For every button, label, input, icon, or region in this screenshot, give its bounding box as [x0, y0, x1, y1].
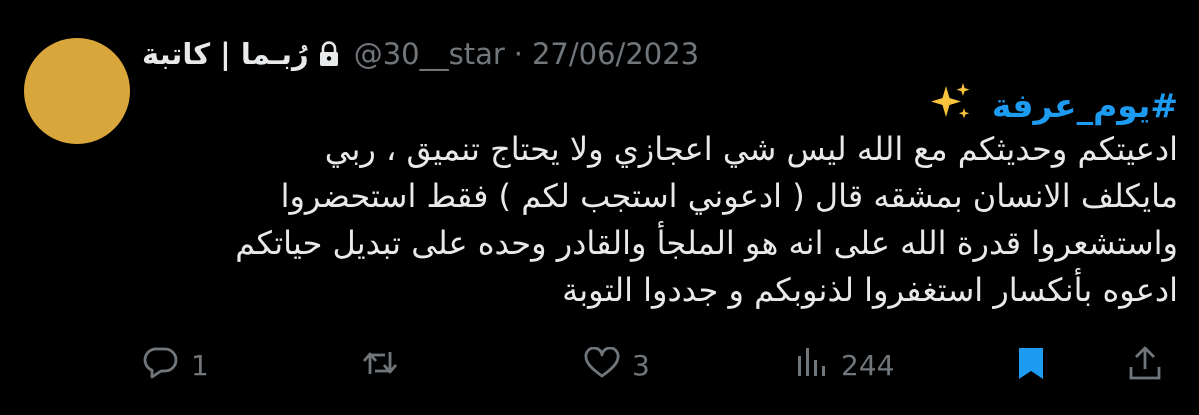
reply-count: 1 — [191, 348, 209, 382]
separator-dot: · — [513, 37, 523, 71]
retweet-button[interactable] — [361, 340, 399, 390]
avatar[interactable] — [24, 38, 130, 144]
share-icon — [1128, 345, 1162, 385]
retweet-icon — [361, 346, 399, 384]
tweet-date[interactable]: 27/06/2023 — [532, 37, 699, 71]
tweet-text: #يوم_عرفة ادعيتكم وحديثكم مع الله ليس شي… — [140, 82, 1178, 314]
action-bar: 1 3 244 — [0, 340, 1199, 390]
display-name[interactable]: رُبـما | كاتبة — [142, 37, 309, 71]
tweet-line: ادعوه بأنكسار استغفروا لذنوبكم و جددوا ا… — [562, 271, 1178, 309]
bookmark-button[interactable] — [1016, 340, 1046, 390]
views-count: 244 — [841, 348, 895, 382]
lock-icon — [318, 41, 340, 67]
reply-button[interactable]: 1 — [143, 340, 209, 390]
tweet-line: ادعيتكم وحديثكم مع الله ليس شي اعجازي ول… — [324, 130, 1178, 168]
like-count: 3 — [632, 348, 650, 382]
views-button[interactable]: 244 — [795, 340, 894, 390]
like-button[interactable]: 3 — [584, 340, 650, 390]
handle[interactable]: @30__star — [354, 37, 505, 71]
tweet-header: رُبـما | كاتبة @30__star · 27/06/2023 — [142, 30, 699, 78]
tweet-line: واستشعروا قدرة الله على انه هو الملجأ وا… — [235, 224, 1178, 262]
hashtag-line: #يوم_عرفة — [140, 82, 1178, 126]
hashtag-link[interactable]: #يوم_عرفة — [992, 86, 1178, 125]
reply-icon — [143, 346, 179, 384]
like-icon — [584, 346, 620, 383]
bookmark-icon — [1016, 345, 1046, 385]
tweet-line: مايكلف الانسان بمشقه قال ( ادعوني استجب … — [280, 177, 1178, 215]
share-button[interactable] — [1128, 340, 1162, 390]
views-icon — [795, 346, 829, 384]
